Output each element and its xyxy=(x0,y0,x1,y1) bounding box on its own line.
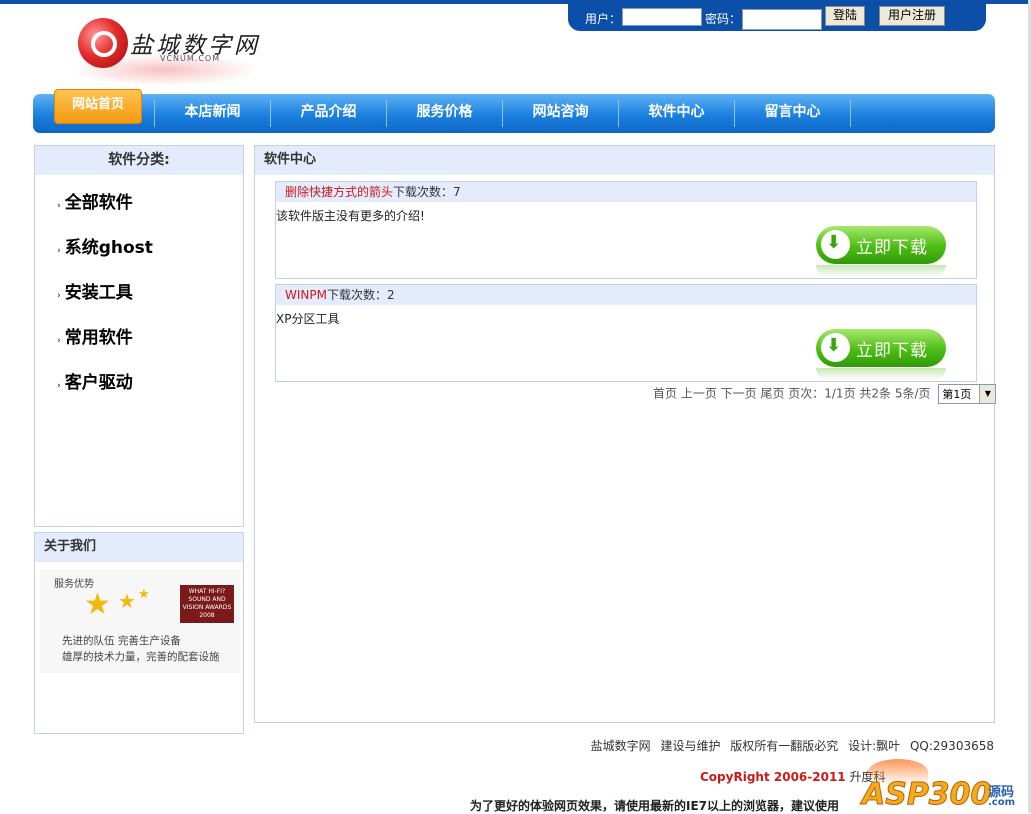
category-item[interactable]: › 安装工具 xyxy=(57,278,133,303)
software-item: 删除快捷方式的箭头下载次数：7 该软件版主没有更多的介绍! ⬇ 立即下载 xyxy=(275,181,977,279)
category-label: 安装工具 xyxy=(64,283,133,303)
password-label: 密码： xyxy=(705,12,742,26)
about-title: 关于我们 xyxy=(35,533,243,563)
category-item[interactable]: › 客户驱动 xyxy=(57,368,133,393)
download-button-body: ⬇ 立即下载 xyxy=(816,226,946,264)
category-label: 客户驱动 xyxy=(64,373,133,393)
about-image-line2: 雄厚的技术力量，完善的配套设施 xyxy=(62,651,220,663)
nav-item-guestbook[interactable]: 留言中心 xyxy=(735,94,850,133)
category-label: 全部软件 xyxy=(64,193,133,213)
bullet-icon: › xyxy=(57,336,61,346)
software-name-link[interactable]: WINPM xyxy=(285,288,327,302)
download-count: 2 xyxy=(387,288,395,302)
download-reflection xyxy=(816,368,946,380)
page-select-value: 第1页 xyxy=(942,388,972,401)
page-select[interactable]: 第1页 ▼ xyxy=(938,384,997,404)
chevron-down-icon: ▼ xyxy=(979,385,996,403)
category-item[interactable]: › 常用软件 xyxy=(57,323,133,348)
register-button[interactable]: 用户注册 xyxy=(879,6,945,26)
category-item[interactable]: › 全部软件 xyxy=(57,188,133,213)
bullet-icon: › xyxy=(57,291,61,301)
login-bar: 用户： 密码： 登陆 用户注册 xyxy=(568,4,986,31)
nav-item-consult[interactable]: 网站咨询 xyxy=(503,94,618,133)
bullet-icon: › xyxy=(57,201,61,211)
star-icon: ★ xyxy=(138,587,150,602)
logo-ball-icon xyxy=(78,18,128,68)
copyright-text: CopyRight 2006-2011 xyxy=(700,770,846,784)
download-label: 立即下载 xyxy=(856,238,928,258)
software-header: 删除快捷方式的箭头下载次数：7 xyxy=(276,182,976,202)
download-count: 7 xyxy=(453,185,461,199)
user-input[interactable] xyxy=(622,8,702,26)
award-badge: WHAT HI-FI? SOUND AND VISION AWARDS 2008 xyxy=(180,585,234,623)
category-title: 软件分类: xyxy=(35,146,243,176)
download-count-label: 下载次数： xyxy=(393,185,454,199)
software-description: XP分区工具 xyxy=(276,312,340,326)
watermark-text: ASP300 xyxy=(861,777,992,813)
watermark-logo: ASP300 源码 .com xyxy=(858,757,1028,813)
download-arrow-icon: ⬇ xyxy=(826,335,842,356)
download-button[interactable]: ⬇ 立即下载 xyxy=(816,329,946,381)
logo-subtitle: VCNUM.COM xyxy=(160,54,221,63)
nav-item-news[interactable]: 本店新闻 xyxy=(155,94,270,133)
login-button[interactable]: 登陆 xyxy=(825,6,865,26)
pagination: 首页 上一页 下一页 尾页 页次：1/1页 共2条 5条/页 第1页 ▼ xyxy=(653,384,997,404)
star-icon: ★ xyxy=(118,589,136,613)
software-item: WINPM下载次数：2 XP分区工具 ⬇ 立即下载 xyxy=(275,284,977,382)
pagination-text[interactable]: 首页 上一页 下一页 尾页 页次：1/1页 共2条 5条/页 xyxy=(653,387,931,401)
software-name-link[interactable]: 删除快捷方式的箭头 xyxy=(285,185,393,199)
software-header: WINPM下载次数：2 xyxy=(276,285,976,305)
nav-home[interactable]: 网站首页 xyxy=(54,89,142,124)
main-nav: 网站首页 本店新闻 产品介绍 服务价格 网站咨询 软件中心 留言中心 xyxy=(33,89,995,133)
site-logo[interactable]: 盐城数字网 VCNUM.COM xyxy=(66,14,266,90)
download-count-label: 下载次数： xyxy=(326,288,387,302)
user-label: 用户： xyxy=(585,12,622,26)
software-panel: 软件中心 删除快捷方式的箭头下载次数：7 该软件版主没有更多的介绍! ⬇ 立即下… xyxy=(254,145,997,723)
nav-separator xyxy=(850,100,851,127)
bullet-icon: › xyxy=(57,381,61,391)
category-item[interactable]: › 系统ghost xyxy=(57,233,153,258)
about-panel: 关于我们 服务优势 ★ ★ ★ WHAT HI-FI? SOUND AND VI… xyxy=(34,532,244,734)
nav-item-software[interactable]: 软件中心 xyxy=(619,94,734,133)
category-panel: 软件分类: › 全部软件 › 系统ghost › 安装工具 › 常用软件 › 客户驱动 xyxy=(34,145,244,527)
software-description: 该软件版主没有更多的介绍! xyxy=(276,209,425,223)
category-label: 系统ghost xyxy=(64,238,153,258)
download-button-body: ⬇ 立即下载 xyxy=(816,329,946,367)
star-icon: ★ xyxy=(84,587,111,622)
password-input[interactable] xyxy=(742,9,822,30)
download-reflection xyxy=(816,265,946,277)
about-image-line1: 先进的队伍 完善生产设备 xyxy=(62,635,181,647)
nav-item-products[interactable]: 产品介绍 xyxy=(271,94,386,133)
bullet-icon: › xyxy=(57,246,61,256)
about-image[interactable]: 服务优势 ★ ★ ★ WHAT HI-FI? SOUND AND VISION … xyxy=(40,569,240,673)
download-label: 立即下载 xyxy=(856,341,928,361)
nav-item-pricing[interactable]: 服务价格 xyxy=(387,94,502,133)
download-button[interactable]: ⬇ 立即下载 xyxy=(816,226,946,278)
download-arrow-icon: ⬇ xyxy=(826,232,842,253)
browser-notice: 为了更好的体验网页效果，请使用最新的IE7以上的浏览器，建议使用 xyxy=(470,799,840,813)
category-label: 常用软件 xyxy=(64,328,133,348)
software-center-title: 软件中心 xyxy=(255,146,994,176)
footer-links: 盐城数字网 建设与维护 版权所有一翻版必究 设计:飘叶 QQ:29303658 xyxy=(590,739,994,753)
watermark-domain: .com xyxy=(988,797,1016,808)
